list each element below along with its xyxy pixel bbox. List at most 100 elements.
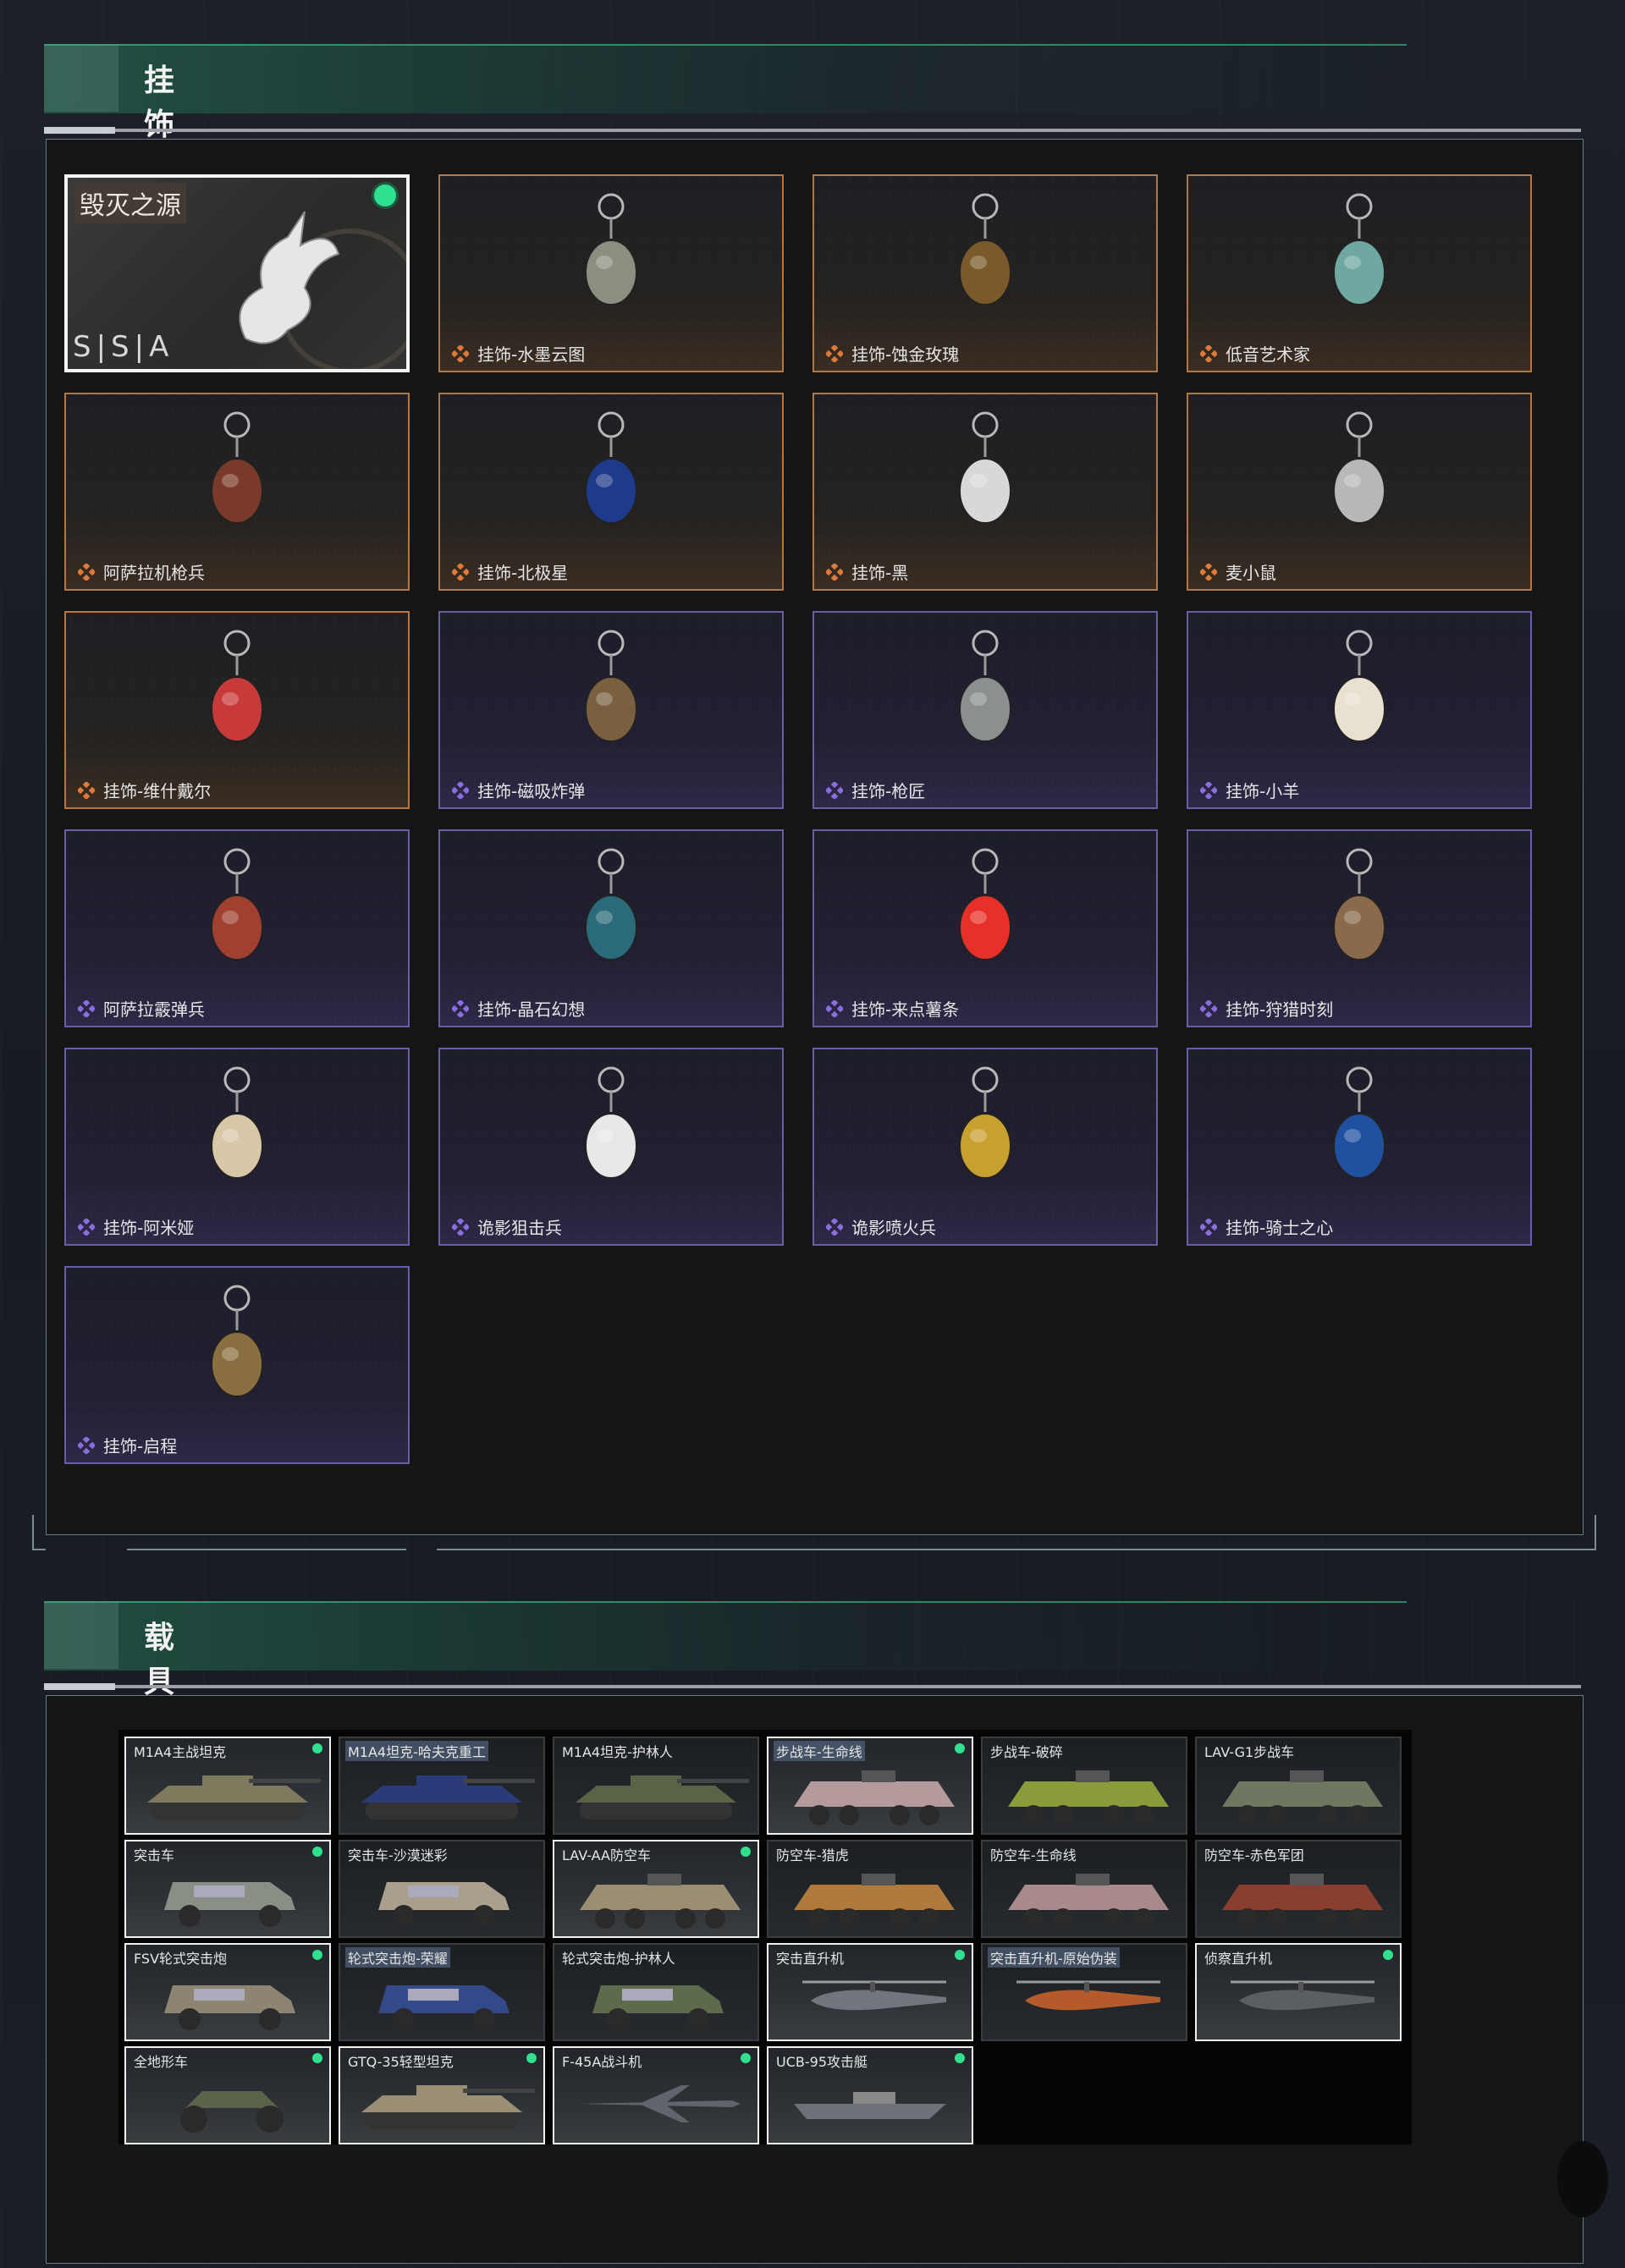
vehicle-card[interactable]: 突击车 (124, 1840, 331, 1938)
owned-indicator-icon (526, 2053, 537, 2063)
vehicle-label: 轮式突击炮-护林人 (562, 1951, 675, 1967)
vehicle-card[interactable]: 全地形车 (124, 2046, 331, 2144)
rarity-icon (826, 564, 843, 581)
vehicle-card[interactable]: M1A4主战坦克 (124, 1737, 331, 1835)
vehicles-section-rule (44, 1683, 1581, 1690)
ornament-card[interactable]: 诡影狙击兵 (438, 1048, 784, 1246)
charm-image (585, 411, 637, 524)
vehicle-image (1231, 1980, 1374, 2011)
header-bar (44, 1601, 1407, 1671)
vehicle-card[interactable]: 侦察直升机 (1195, 1943, 1402, 2041)
vehicle-card[interactable]: 突击车-沙漠迷彩 (339, 1840, 545, 1938)
ornament-card[interactable]: 挂饰-磁吸炸弹 (438, 611, 784, 809)
ornament-label: 挂饰-来点薯条 (851, 999, 960, 1020)
vehicle-image (580, 2085, 741, 2122)
ornament-card[interactable]: 挂饰-枪匠 (812, 611, 1158, 809)
vehicle-card[interactable]: 防空车-赤色军团 (1195, 1840, 1402, 1938)
ornament-card[interactable]: 挂饰-小羊 (1187, 611, 1532, 809)
charm-image (1333, 1066, 1385, 1179)
vehicle-label: 突击直升机 (776, 1951, 845, 1967)
charm-image (959, 848, 1011, 961)
ornament-card[interactable]: 阿萨拉霰弹兵 (64, 829, 410, 1027)
vehicle-image (1008, 1770, 1169, 1825)
owned-indicator-icon (312, 1743, 322, 1753)
charm-image (211, 1066, 263, 1179)
ornament-label: 挂饰-启程 (103, 1436, 178, 1456)
vehicle-label: 防空车-生命线 (990, 1847, 1077, 1863)
vehicle-image (794, 2092, 946, 2119)
vehicle-card[interactable]: 防空车-猎虎 (767, 1840, 973, 1938)
corner-shadow (1557, 2141, 1608, 2217)
vehicle-card[interactable]: 突击直升机 (767, 1943, 973, 2041)
ornament-card[interactable]: 挂饰-来点薯条 (812, 829, 1158, 1027)
ornament-label: 麦小鼠 (1226, 563, 1276, 583)
vehicle-card[interactable]: UCB-95攻击艇 (767, 2046, 973, 2144)
rarity-icon (78, 564, 95, 581)
vehicle-label: LAV-G1步战车 (1204, 1744, 1295, 1760)
rarity-icon (452, 345, 469, 362)
vehicle-card[interactable]: F-45A战斗机 (553, 2046, 759, 2144)
vehicle-card[interactable]: 步战车-生命线 (767, 1737, 973, 1835)
rarity-icon (78, 1219, 95, 1236)
ornament-card[interactable]: 低音艺术家 (1187, 174, 1532, 372)
vehicle-image (361, 2085, 535, 2129)
ornament-card[interactable]: 挂饰-晶石幻想 (438, 829, 784, 1027)
vehicle-label: 防空车-赤色军团 (1204, 1847, 1304, 1863)
ornament-card[interactable]: 挂饰-北极星 (438, 393, 784, 591)
vehicle-card[interactable]: LAV-G1步战车 (1195, 1737, 1402, 1835)
ornament-label: 挂饰-黑 (851, 563, 909, 583)
rarity-icon (826, 345, 843, 362)
vehicle-card[interactable]: GTQ-35轻型坦克 (339, 2046, 545, 2144)
ornament-card[interactable]: 诡影喷火兵 (812, 1048, 1158, 1246)
vehicle-card[interactable]: 轮式突击炮-护林人 (553, 1943, 759, 2041)
ornament-card-featured[interactable]: 毁灭之源 S|S|A (64, 174, 410, 372)
owned-indicator-icon (374, 184, 396, 206)
rarity-icon (1200, 345, 1217, 362)
vehicle-card[interactable]: 防空车-生命线 (981, 1840, 1187, 1938)
rarity-icon (452, 1000, 469, 1017)
vehicle-card[interactable]: 突击直升机-原始伪装 (981, 1943, 1187, 2041)
vehicle-image (794, 1874, 955, 1929)
vehicle-image (802, 1980, 946, 2011)
frame-corner (32, 1515, 46, 1550)
charm-image (959, 411, 1011, 524)
vehicle-image (164, 1985, 295, 2030)
dragon-image (239, 211, 340, 344)
rarity-icon (826, 1219, 843, 1236)
ornament-card[interactable]: 挂饰-阿米娅 (64, 1048, 410, 1246)
vehicle-label: 步战车-破碎 (990, 1744, 1063, 1760)
vehicle-image (576, 1775, 749, 1819)
vehicle-label: M1A4坦克-哈夫克重工 (345, 1741, 488, 1761)
vehicle-card[interactable]: LAV-AA防空车 (553, 1840, 759, 1938)
ornament-card[interactable]: 挂饰-维什戴尔 (64, 611, 410, 809)
ornament-card[interactable]: 挂饰-蚀金玫瑰 (812, 174, 1158, 372)
vehicle-card[interactable]: M1A4坦克-护林人 (553, 1737, 759, 1835)
ornament-card[interactable]: 挂饰-狩猎时刻 (1187, 829, 1532, 1027)
ornament-card[interactable]: 挂饰-启程 (64, 1266, 410, 1464)
vehicle-image (1222, 1874, 1383, 1929)
vehicle-card[interactable]: M1A4坦克-哈夫克重工 (339, 1737, 545, 1835)
charm-image (211, 630, 263, 742)
ornament-label: 诡影狙击兵 (477, 1218, 562, 1238)
ornament-card[interactable]: 麦小鼠 (1187, 393, 1532, 591)
vehicle-image (378, 1985, 510, 2030)
ornaments-section-rule (44, 127, 1581, 134)
vehicle-card[interactable]: FSV轮式突击炮 (124, 1943, 331, 2041)
frame-line (127, 1549, 406, 1550)
vehicle-label: FSV轮式突击炮 (134, 1951, 228, 1967)
rarity-icon (1200, 1219, 1217, 1236)
owned-indicator-icon (955, 1743, 965, 1753)
ornament-label: 低音艺术家 (1226, 344, 1310, 365)
vehicle-card[interactable]: 步战车-破碎 (981, 1737, 1187, 1835)
rarity-icon (1200, 564, 1217, 581)
ornament-card[interactable]: 阿萨拉机枪兵 (64, 393, 410, 591)
ornament-label: 挂饰-水墨云图 (477, 344, 586, 365)
ornament-label: 挂饰-北极星 (477, 563, 569, 583)
ornament-card[interactable]: 挂饰-水墨云图 (438, 174, 784, 372)
charm-image (1333, 630, 1385, 742)
ornament-label: 阿萨拉机枪兵 (103, 563, 205, 583)
ornament-card[interactable]: 挂饰-骑士之心 (1187, 1048, 1532, 1246)
vehicle-card[interactable]: 轮式突击炮-荣耀 (339, 1943, 545, 2041)
ornament-card[interactable]: 挂饰-黑 (812, 393, 1158, 591)
ornament-label: 挂饰-狩猎时刻 (1226, 999, 1334, 1020)
